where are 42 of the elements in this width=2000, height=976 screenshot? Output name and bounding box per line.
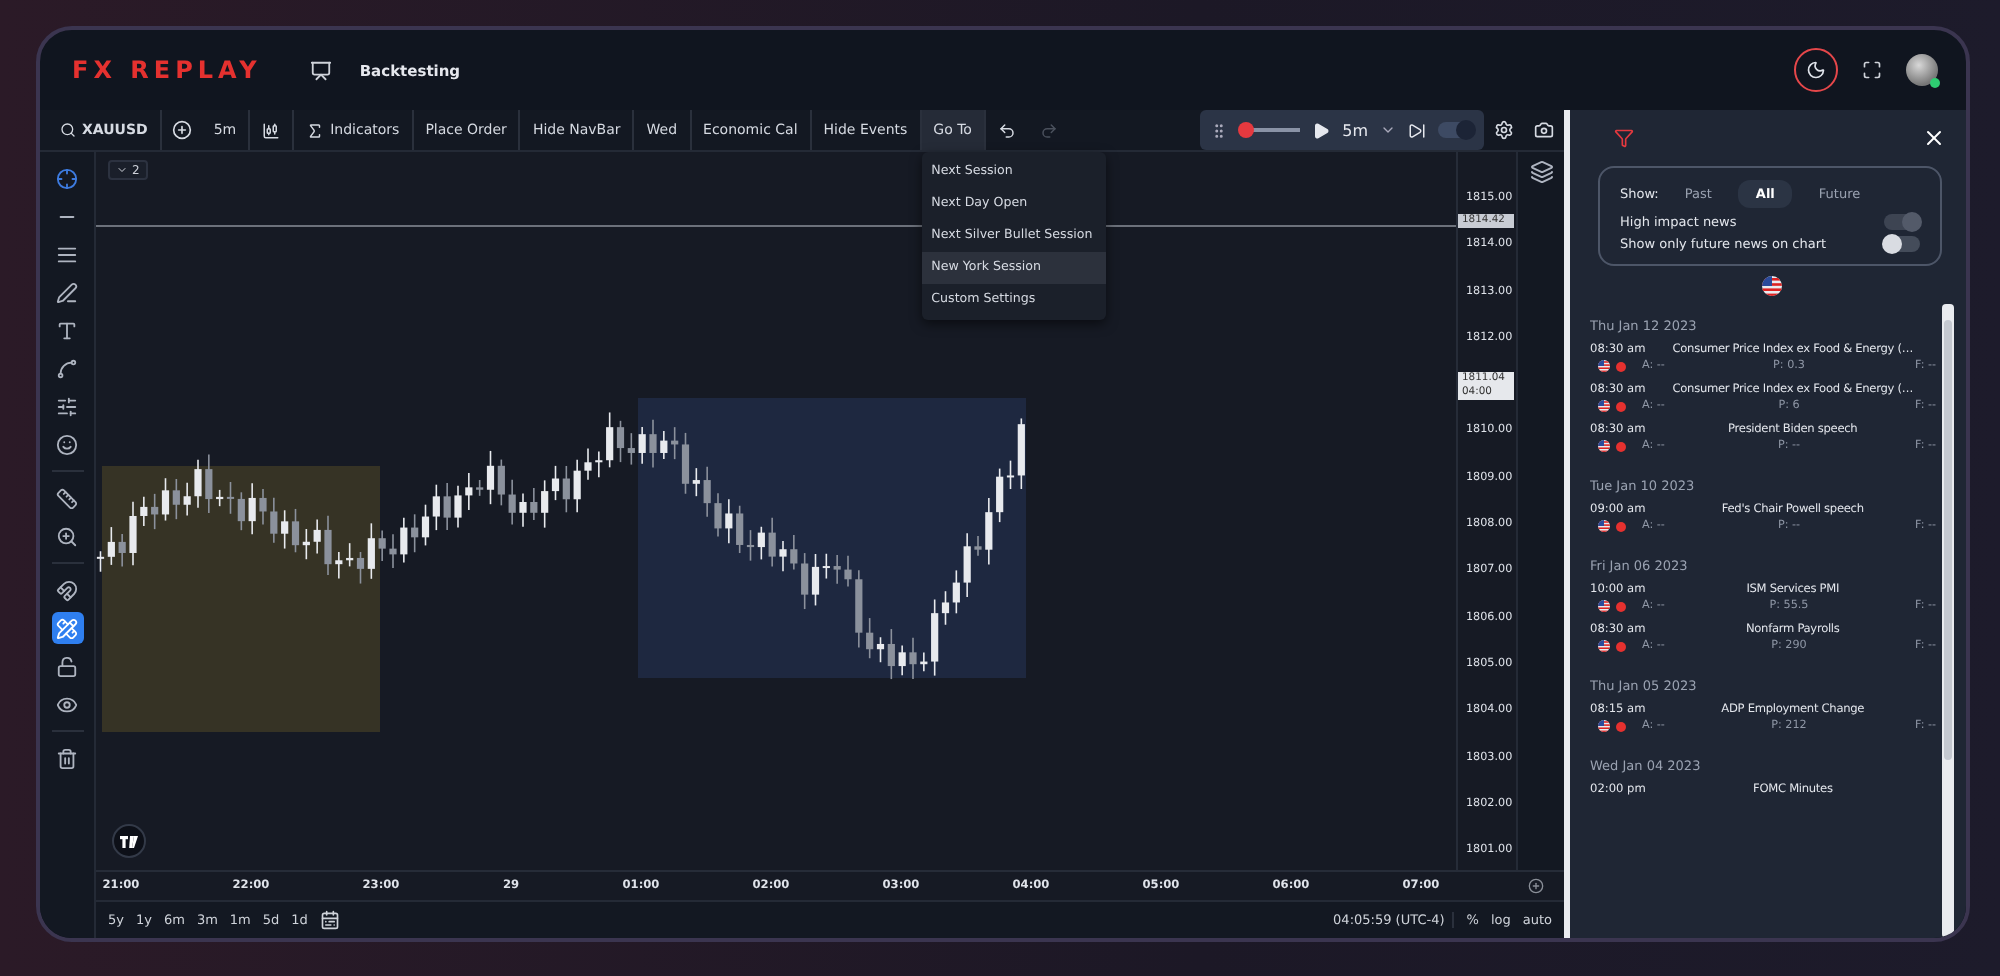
fullscreen-icon[interactable] xyxy=(1862,60,1882,80)
replay-slider[interactable] xyxy=(1240,122,1301,138)
calendar-icon[interactable] xyxy=(319,910,340,930)
scrollbar[interactable] xyxy=(1942,304,1954,938)
tv-logo-icon xyxy=(112,824,146,858)
flag-icon xyxy=(1762,276,1782,296)
impact-dot xyxy=(1616,521,1626,531)
caret-icon xyxy=(116,164,128,176)
skip-icon[interactable] xyxy=(1408,121,1426,139)
moon-icon xyxy=(1806,60,1826,80)
toggle[interactable] xyxy=(1438,122,1474,138)
filter-icon[interactable] xyxy=(1614,128,1634,148)
dark-mode-button[interactable] xyxy=(1794,48,1838,92)
impact-dot xyxy=(1616,361,1626,371)
flag-icon xyxy=(1598,520,1610,532)
grip-icon xyxy=(1210,121,1229,139)
pencil-ruler-icon[interactable] xyxy=(51,612,83,644)
avatar[interactable] xyxy=(1906,54,1938,86)
impact-dot xyxy=(1616,441,1626,451)
flag-icon xyxy=(1598,720,1610,732)
replay-interval[interactable]: 5m xyxy=(1342,121,1368,139)
slider-thumb[interactable] xyxy=(1238,122,1255,138)
flag-icon xyxy=(1598,640,1610,652)
impact-dot xyxy=(1616,641,1626,651)
layers-icon[interactable] xyxy=(1529,160,1553,184)
impact-dot xyxy=(1616,401,1626,411)
close-icon[interactable] xyxy=(1922,126,1946,150)
flag-icon xyxy=(1598,440,1610,452)
presentation-icon xyxy=(309,59,332,81)
impact-dot xyxy=(1616,601,1626,611)
caret-icon[interactable] xyxy=(1380,122,1396,138)
online-dot xyxy=(1930,78,1940,88)
impact-dot xyxy=(1616,721,1626,731)
flag-icon xyxy=(1598,600,1610,612)
add-icon[interactable] xyxy=(1528,878,1544,894)
sigma-icon xyxy=(306,121,325,139)
flag-icon xyxy=(1598,400,1610,412)
toggle[interactable] xyxy=(1884,236,1920,252)
logo: FX REPLAY xyxy=(72,56,262,84)
play-icon[interactable] xyxy=(1312,121,1331,139)
search-icon xyxy=(60,122,76,138)
flag-icon xyxy=(1598,360,1610,372)
